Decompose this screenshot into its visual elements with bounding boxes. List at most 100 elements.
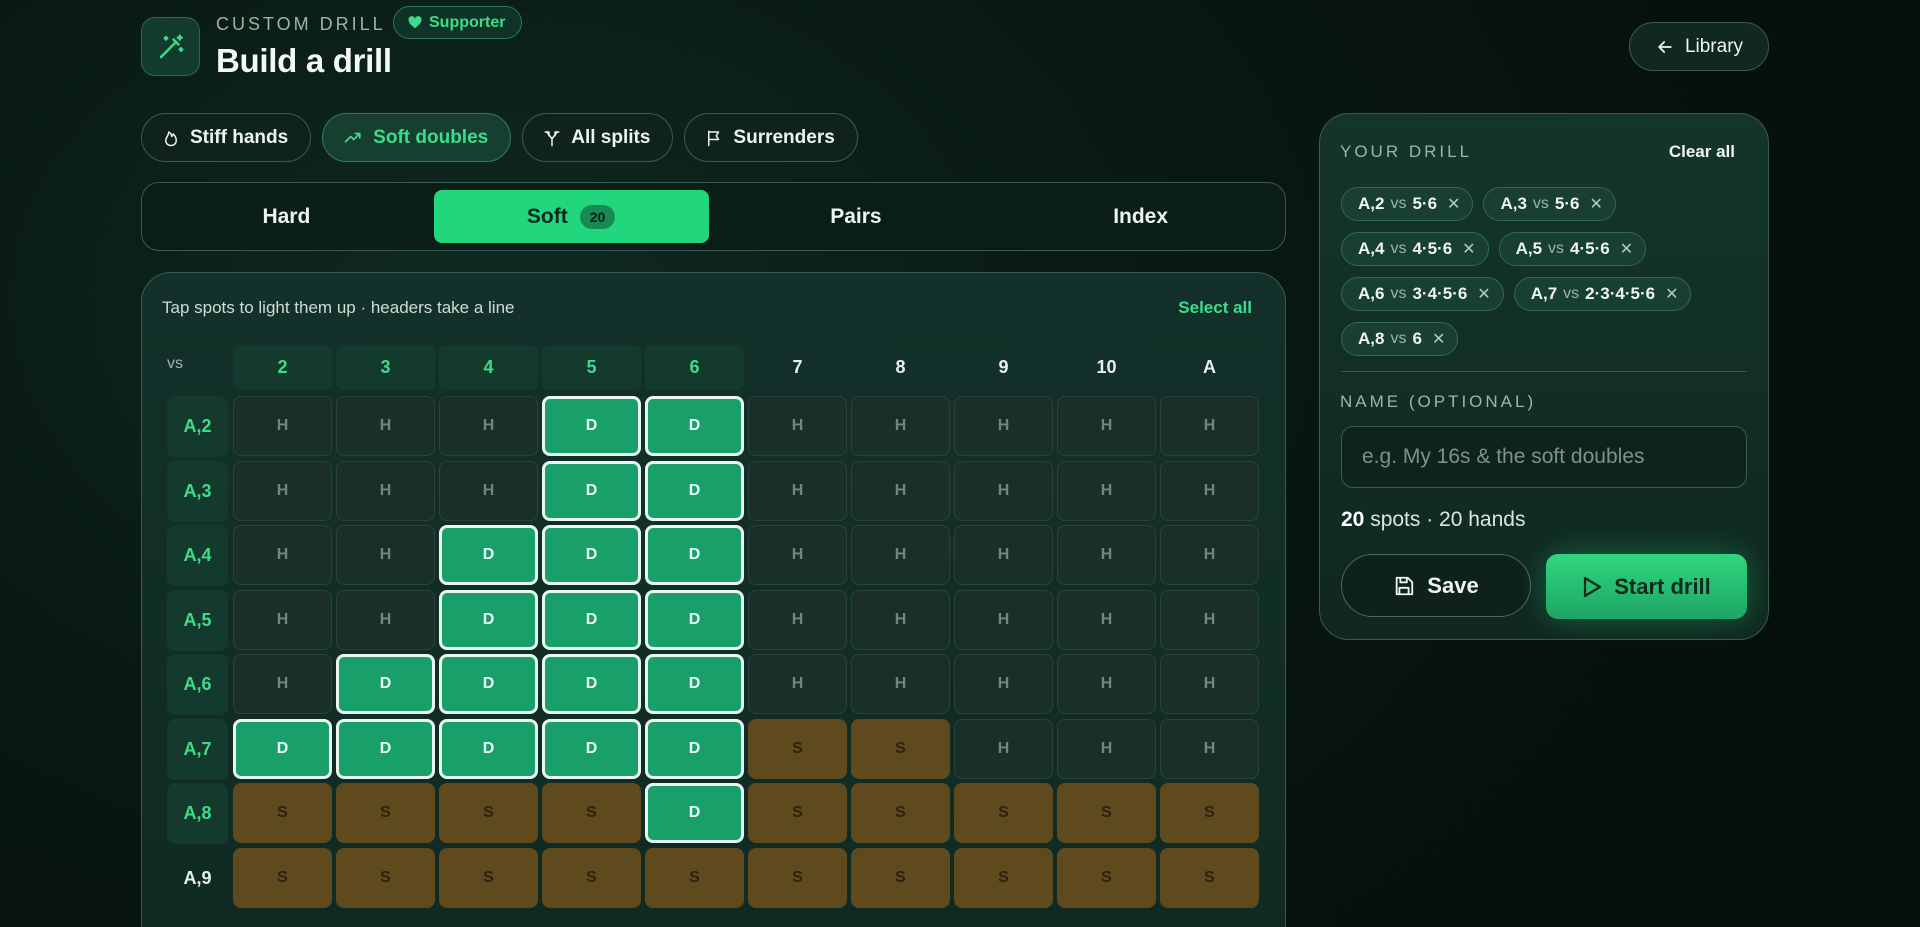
grid-cell[interactable]: D	[645, 525, 744, 585]
grid-cell[interactable]: S	[851, 718, 950, 779]
close-icon[interactable]: ✕	[1462, 239, 1475, 259]
grid-cell[interactable]: H	[1057, 589, 1156, 650]
grid-cell[interactable]: H	[1160, 718, 1259, 779]
preset-all-splits[interactable]: All splits	[522, 113, 674, 162]
grid-cell[interactable]: H	[1160, 460, 1259, 521]
grid-cell[interactable]: D	[645, 396, 744, 456]
grid-cell[interactable]: D	[542, 396, 641, 456]
column-header[interactable]: 8	[851, 345, 950, 390]
grid-cell[interactable]: D	[336, 654, 435, 714]
grid-cell[interactable]: D	[645, 654, 744, 714]
grid-cell[interactable]: H	[1057, 718, 1156, 779]
column-header[interactable]: 7	[748, 345, 847, 390]
grid-cell[interactable]: D	[542, 589, 641, 650]
grid-cell[interactable]: H	[233, 654, 332, 714]
grid-cell[interactable]: H	[851, 460, 950, 521]
row-header[interactable]: A,5	[167, 589, 228, 651]
grid-cell[interactable]: H	[954, 460, 1053, 521]
grid-cell[interactable]: H	[233, 525, 332, 585]
grid-cell[interactable]: H	[748, 460, 847, 521]
grid-cell[interactable]: S	[439, 847, 538, 908]
grid-cell[interactable]: H	[1160, 525, 1259, 585]
grid-cell[interactable]: H	[851, 396, 950, 456]
grid-cell[interactable]: H	[233, 589, 332, 650]
column-header[interactable]: 9	[954, 345, 1053, 390]
grid-cell[interactable]: H	[336, 460, 435, 521]
row-header[interactable]: A,3	[167, 460, 228, 522]
grid-cell[interactable]: H	[233, 460, 332, 521]
grid-cell[interactable]: S	[954, 783, 1053, 843]
grid-cell[interactable]: D	[645, 718, 744, 779]
clear-all-button[interactable]: Clear all	[1669, 142, 1735, 162]
row-header[interactable]: A,8	[167, 783, 228, 844]
grid-cell[interactable]: D	[439, 589, 538, 650]
grid-cell[interactable]: H	[748, 654, 847, 714]
grid-cell[interactable]: H	[1160, 589, 1259, 650]
close-icon[interactable]: ✕	[1665, 284, 1678, 304]
grid-cell[interactable]: H	[748, 525, 847, 585]
grid-cell[interactable]: D	[542, 460, 641, 521]
grid-cell[interactable]: D	[542, 654, 641, 714]
grid-cell[interactable]: H	[1160, 396, 1259, 456]
grid-cell[interactable]: S	[1057, 847, 1156, 908]
preset-soft-doubles[interactable]: Soft doubles	[322, 113, 512, 162]
grid-cell[interactable]: H	[1057, 396, 1156, 456]
grid-cell[interactable]: H	[851, 589, 950, 650]
grid-cell[interactable]: S	[645, 847, 744, 908]
column-header[interactable]: 6	[645, 345, 744, 390]
row-header[interactable]: A,9	[167, 848, 228, 909]
grid-cell[interactable]: D	[233, 718, 332, 779]
grid-cell[interactable]: H	[439, 460, 538, 521]
grid-cell[interactable]: D	[645, 460, 744, 521]
grid-cell[interactable]: H	[336, 525, 435, 585]
drill-chip[interactable]: A,2 vs 5·6 ✕	[1341, 187, 1474, 221]
close-icon[interactable]: ✕	[1432, 329, 1445, 349]
row-header[interactable]: A,7	[167, 718, 228, 780]
grid-cell[interactable]: D	[439, 718, 538, 779]
column-header[interactable]: A	[1160, 345, 1259, 390]
grid-cell[interactable]: S	[542, 847, 641, 908]
drill-chip[interactable]: A,5 vs 4·5·6 ✕	[1498, 232, 1647, 266]
grid-cell[interactable]: H	[1057, 460, 1156, 521]
grid-cell[interactable]: H	[336, 589, 435, 650]
grid-cell[interactable]: S	[336, 783, 435, 843]
drill-chip[interactable]: A,4 vs 4·5·6 ✕	[1341, 232, 1489, 266]
grid-cell[interactable]: S	[233, 847, 332, 908]
grid-cell[interactable]: S	[748, 718, 847, 779]
grid-cell[interactable]: H	[954, 654, 1053, 714]
drill-chip[interactable]: A,3 vs 5·6 ✕	[1483, 187, 1616, 221]
close-icon[interactable]: ✕	[1590, 194, 1603, 214]
grid-cell[interactable]: S	[954, 847, 1053, 908]
grid-cell[interactable]: D	[645, 589, 744, 650]
grid-cell[interactable]: H	[336, 396, 435, 456]
grid-cell[interactable]: D	[542, 525, 641, 585]
grid-cell[interactable]: D	[439, 654, 538, 714]
column-header[interactable]: 2	[233, 345, 332, 390]
select-all-button[interactable]: Select all	[1178, 298, 1252, 318]
grid-cell[interactable]: H	[954, 589, 1053, 650]
drill-chip[interactable]: A,6 vs 3·4·5·6 ✕	[1341, 277, 1504, 311]
drill-name-input[interactable]	[1341, 426, 1747, 488]
grid-cell[interactable]: H	[954, 718, 1053, 779]
grid-cell[interactable]: H	[1160, 654, 1259, 714]
grid-cell[interactable]: H	[954, 525, 1053, 585]
column-header[interactable]: 3	[336, 345, 435, 390]
tab-hard[interactable]: Hard	[149, 190, 424, 243]
column-header[interactable]: 4	[439, 345, 538, 390]
grid-cell[interactable]: S	[748, 783, 847, 843]
grid-cell[interactable]: S	[1057, 783, 1156, 843]
tab-soft[interactable]: Soft 20	[433, 190, 709, 243]
preset-stiff-hands[interactable]: Stiff hands	[141, 113, 312, 162]
grid-cell[interactable]: D	[542, 718, 641, 779]
tab-pairs[interactable]: Pairs	[719, 190, 994, 243]
grid-cell[interactable]: D	[336, 718, 435, 779]
tab-index[interactable]: Index	[1003, 190, 1278, 243]
row-header[interactable]: A,4	[167, 525, 228, 586]
grid-cell[interactable]: S	[542, 783, 641, 843]
grid-cell[interactable]: S	[1160, 783, 1259, 843]
grid-cell[interactable]: H	[748, 396, 847, 456]
grid-cell[interactable]: H	[954, 396, 1053, 456]
row-header[interactable]: A,2	[167, 396, 228, 457]
column-header[interactable]: 10	[1057, 345, 1156, 390]
close-icon[interactable]: ✕	[1620, 239, 1633, 259]
